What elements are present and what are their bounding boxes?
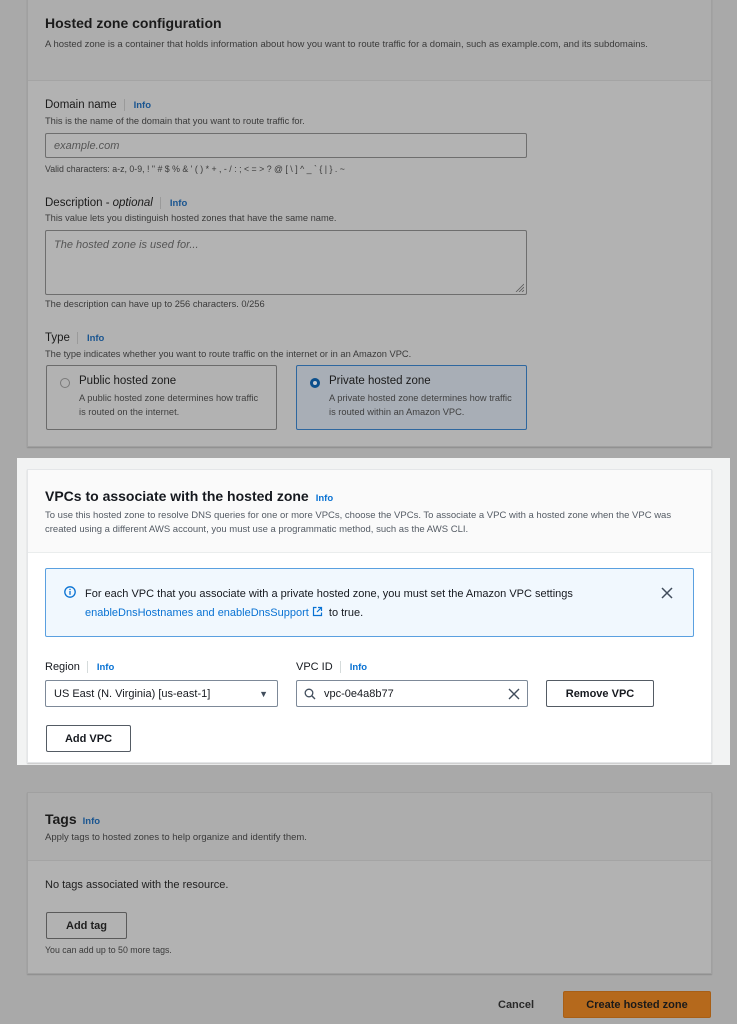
info-alert: For each VPC that you associate with a p… [45,568,694,637]
vpc-id-label: VPC ID Info [296,661,367,673]
tags-panel: Tags Info Apply tags to hosted zones to … [27,792,712,974]
region-label: Region Info [45,661,114,673]
caret-down-icon: ▼ [259,689,268,699]
domain-name-label: Domain name Info [45,99,151,111]
option-description: A private hosted zone determines how tra… [329,393,512,417]
divider [86,661,88,673]
alert-suffix: to true. [325,607,364,619]
option-label: Private hosted zone [329,375,431,387]
vpc-id-input[interactable]: vpc-0e4a8b77 [296,680,528,707]
radio-selected[interactable] [310,378,320,388]
vpc-id-info-link[interactable]: Info [350,662,367,673]
region-selected-value: US East (N. Virginia) [us-east-1] [54,687,211,700]
alert-message: For each VPC that you associate with a p… [85,585,645,623]
region-label-text: Region [45,661,80,673]
cancel-button[interactable]: Cancel [498,999,534,1011]
panel-description: A hosted zone is a container that holds … [45,39,648,50]
panel-title: Hosted zone configuration [45,15,222,31]
description-placeholder: The hosted zone is used for... [54,239,199,251]
create-hosted-zone-button[interactable]: Create hosted zone [563,991,711,1018]
divider [339,661,341,673]
panel-header [28,793,711,861]
vpc-id-value: vpc-0e4a8b77 [324,687,394,700]
divider [76,332,78,344]
domain-name-input[interactable]: example.com [45,133,527,158]
clear-input-icon[interactable] [508,688,520,700]
resize-handle-icon[interactable] [514,282,524,292]
tags-info-link[interactable]: Info [83,816,100,827]
alert-text: For each VPC that you associate with a p… [85,588,573,600]
hosted-zone-configuration-panel: Hosted zone configuration A hosted zone … [27,0,712,447]
add-vpc-button[interactable]: Add VPC [46,725,131,752]
vpcs-info-link[interactable]: Info [316,493,333,504]
vpcs-description: To use this hosted zone to resolve DNS q… [45,510,672,535]
description-textarea[interactable]: The hosted zone is used for... [45,230,527,295]
type-hint: The type indicates whether you want to r… [45,349,412,359]
radio-unselected[interactable] [60,378,70,388]
description-info-link[interactable]: Info [170,198,187,209]
vpcs-title: VPCs to associate with the hosted zone I… [45,488,333,504]
vpc-id-label-text: VPC ID [296,661,333,673]
divider [159,197,161,209]
tags-empty-message: No tags associated with the resource. [45,879,229,891]
vpcs-panel: VPCs to associate with the hosted zone I… [27,469,712,763]
external-link-icon[interactable] [312,606,323,617]
tags-title: Tags Info [45,811,100,827]
domain-name-hint: This is the name of the domain that you … [45,116,305,126]
option-label: Public hosted zone [79,375,177,387]
add-tag-button[interactable]: Add tag [46,912,127,939]
close-icon[interactable] [661,587,673,599]
domain-name-label-text: Domain name [45,99,117,111]
region-info-link[interactable]: Info [97,662,114,673]
tags-description: Apply tags to hosted zones to help organ… [45,832,307,843]
divider [123,99,125,111]
tags-limit-text: You can add up to 50 more tags. [45,945,172,955]
tags-title-text: Tags [45,811,77,827]
vpcs-title-text: VPCs to associate with the hosted zone [45,488,309,504]
description-label-text: Description - [45,197,110,209]
remove-vpc-button[interactable]: Remove VPC [546,680,654,707]
description-label: Description - optional Info [45,197,187,209]
region-select[interactable]: US East (N. Virginia) [us-east-1] ▼ [45,680,278,707]
description-counter: The description can have up to 256 chara… [45,299,265,309]
option-description: A public hosted zone determines how traf… [79,393,259,417]
description-optional-text: optional [112,197,153,209]
domain-name-placeholder: example.com [54,139,120,152]
focus-highlight: VPCs to associate with the hosted zone I… [17,458,730,765]
public-hosted-zone-option[interactable]: Public hosted zone A public hosted zone … [46,365,277,430]
private-hosted-zone-option[interactable]: Private hosted zone A private hosted zon… [296,365,527,430]
type-info-link[interactable]: Info [87,333,104,344]
search-icon [304,688,316,700]
type-label-text: Type [45,332,70,344]
domain-name-constraint: Valid characters: a-z, 0-9, ! " # $ % & … [45,164,345,174]
domain-name-info-link[interactable]: Info [134,100,151,111]
description-hint: This value lets you distinguish hosted z… [45,213,337,223]
info-circle-icon [64,586,76,598]
dns-settings-link[interactable]: enableDnsHostnames and enableDnsSupport [85,607,309,619]
type-label: Type Info [45,332,104,344]
